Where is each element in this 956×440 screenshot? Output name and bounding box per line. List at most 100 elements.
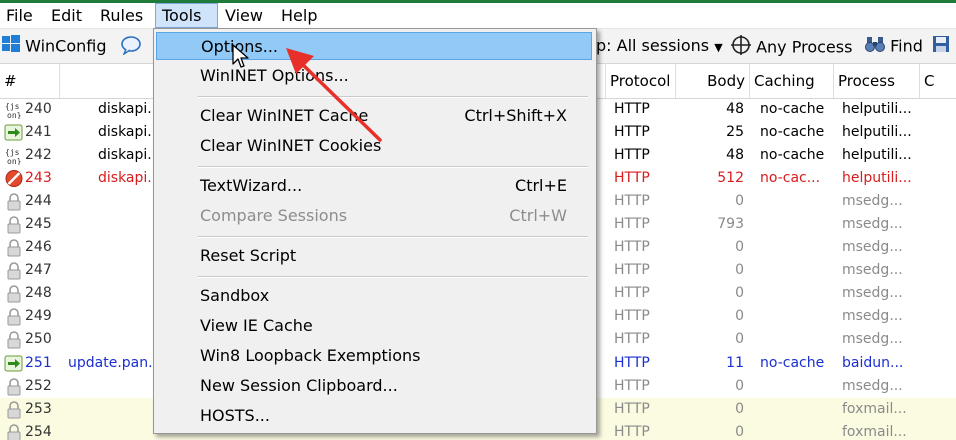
crosshair-icon xyxy=(731,35,751,61)
row-body: 793 xyxy=(717,216,744,232)
session-filter-label: p: All sessions xyxy=(596,36,710,55)
row-process: msedg... xyxy=(842,331,903,347)
row-caching xyxy=(760,236,838,259)
lock-icon xyxy=(4,192,24,211)
row-number: 247 xyxy=(25,262,52,278)
menu-separator xyxy=(198,166,588,168)
column-header-protocol[interactable]: Protocol xyxy=(606,64,676,98)
menu-item-reset-script[interactable]: Reset Script xyxy=(156,242,592,270)
row-body: 512 xyxy=(717,170,744,186)
row-host xyxy=(98,282,158,305)
save-icon xyxy=(932,35,950,59)
menu-item-view-ie-cache[interactable]: View IE Cache xyxy=(156,312,592,340)
response-arrow-icon xyxy=(4,123,24,142)
row-host: diskapi.b xyxy=(98,170,158,186)
blocked-icon xyxy=(4,169,24,188)
lock-icon xyxy=(4,330,24,349)
row-caching: no-cache xyxy=(760,101,825,117)
save-button[interactable] xyxy=(932,35,950,57)
row-host: diskapi.b xyxy=(98,124,158,140)
row-protocol: HTTP xyxy=(614,124,650,140)
session-filter-dropdown[interactable]: p: All sessions ▼ xyxy=(596,35,723,57)
menu-view[interactable]: View xyxy=(219,3,269,28)
row-body: 0 xyxy=(735,401,744,417)
column-header-process[interactable]: Process xyxy=(834,64,920,98)
row-caching xyxy=(760,398,838,421)
row-number: 240 xyxy=(25,101,52,117)
menu-item-win8-loopback-exemptions[interactable]: Win8 Loopback Exemptions xyxy=(156,342,592,370)
row-host: update.pan.b xyxy=(68,355,158,371)
find-label: Find xyxy=(890,36,923,56)
row-protocol: HTTP xyxy=(614,285,650,301)
json-icon: {js on} xyxy=(4,146,24,166)
row-number: 243 xyxy=(25,170,52,186)
row-host xyxy=(98,328,158,351)
menu-tools[interactable]: Tools xyxy=(155,3,218,28)
row-process: foxmail... xyxy=(842,424,907,440)
column-header-extra[interactable]: C xyxy=(920,64,956,98)
row-host xyxy=(98,236,158,259)
menu-item-label: Compare Sessions xyxy=(200,206,348,225)
menu-separator xyxy=(198,96,588,98)
row-host xyxy=(98,375,158,398)
svg-text:on}: on} xyxy=(7,111,21,119)
menu-item-label: Reset Script xyxy=(200,246,297,265)
row-process: helputili... xyxy=(842,101,912,117)
menu-item-label: HOSTS... xyxy=(200,406,270,425)
menu-item-label: Win8 Loopback Exemptions xyxy=(200,346,421,365)
any-process-label: Any Process xyxy=(756,37,853,57)
menu-item-compare-sessions[interactable]: Compare Sessions Ctrl+W xyxy=(156,202,592,230)
row-process: helputili... xyxy=(842,147,912,163)
row-body: 0 xyxy=(735,308,744,324)
column-header-number[interactable]: # xyxy=(0,64,60,98)
row-host: diskapi.b xyxy=(98,147,158,163)
menu-item-hosts[interactable]: HOSTS... xyxy=(156,402,592,430)
row-caching: no-cache xyxy=(760,355,825,371)
row-process: msedg... xyxy=(842,193,903,209)
comment-button[interactable] xyxy=(120,35,142,57)
row-process: msedg... xyxy=(842,378,903,394)
menu-help[interactable]: Help xyxy=(275,3,323,28)
row-process: msedg... xyxy=(842,262,903,278)
row-host xyxy=(98,259,158,282)
row-protocol: HTTP xyxy=(614,308,650,324)
menu-item-label: Sandbox xyxy=(200,286,270,305)
row-caching: no-cache xyxy=(760,124,825,140)
find-button[interactable]: Find xyxy=(865,35,923,57)
any-process-button[interactable]: Any Process xyxy=(731,35,852,57)
row-protocol: HTTP xyxy=(614,378,650,394)
row-number: 241 xyxy=(25,124,52,140)
menu-rules[interactable]: Rules xyxy=(94,3,149,28)
row-caching xyxy=(760,213,838,236)
column-header-body[interactable]: Body xyxy=(676,64,750,98)
menu-edit[interactable]: Edit xyxy=(45,3,88,28)
menu-bar: File Edit Rules Tools View Help xyxy=(0,3,956,29)
row-number: 250 xyxy=(25,331,52,347)
row-host xyxy=(98,421,158,440)
row-number: 253 xyxy=(25,401,52,417)
row-number: 242 xyxy=(25,147,52,163)
row-number: 251 xyxy=(25,355,52,371)
menu-separator xyxy=(198,276,588,278)
column-header-caching[interactable]: Caching xyxy=(750,64,834,98)
row-number: 245 xyxy=(25,216,52,232)
menu-file[interactable]: File xyxy=(0,3,39,28)
lock-icon xyxy=(4,238,24,257)
row-process: msedg... xyxy=(842,285,903,301)
menu-item-textwizard[interactable]: TextWizard... Ctrl+E xyxy=(156,172,592,200)
row-body: 0 xyxy=(735,193,744,209)
winconfig-button[interactable]: WinConfig xyxy=(2,35,106,57)
row-protocol: HTTP xyxy=(614,170,650,186)
chevron-down-icon: ▼ xyxy=(714,41,723,54)
row-protocol: HTTP xyxy=(614,355,650,371)
row-protocol: HTTP xyxy=(614,424,650,440)
row-body: 0 xyxy=(735,262,744,278)
menu-separator xyxy=(198,236,588,238)
row-process: helputili... xyxy=(842,124,912,140)
menu-item-sandbox[interactable]: Sandbox xyxy=(156,282,592,310)
row-body: 25 xyxy=(726,124,744,140)
row-host xyxy=(98,398,158,421)
menu-item-new-session-clipboard[interactable]: New Session Clipboard... xyxy=(156,372,592,400)
menu-item-shortcut: Ctrl+W xyxy=(509,206,567,225)
row-number: 248 xyxy=(25,285,52,301)
